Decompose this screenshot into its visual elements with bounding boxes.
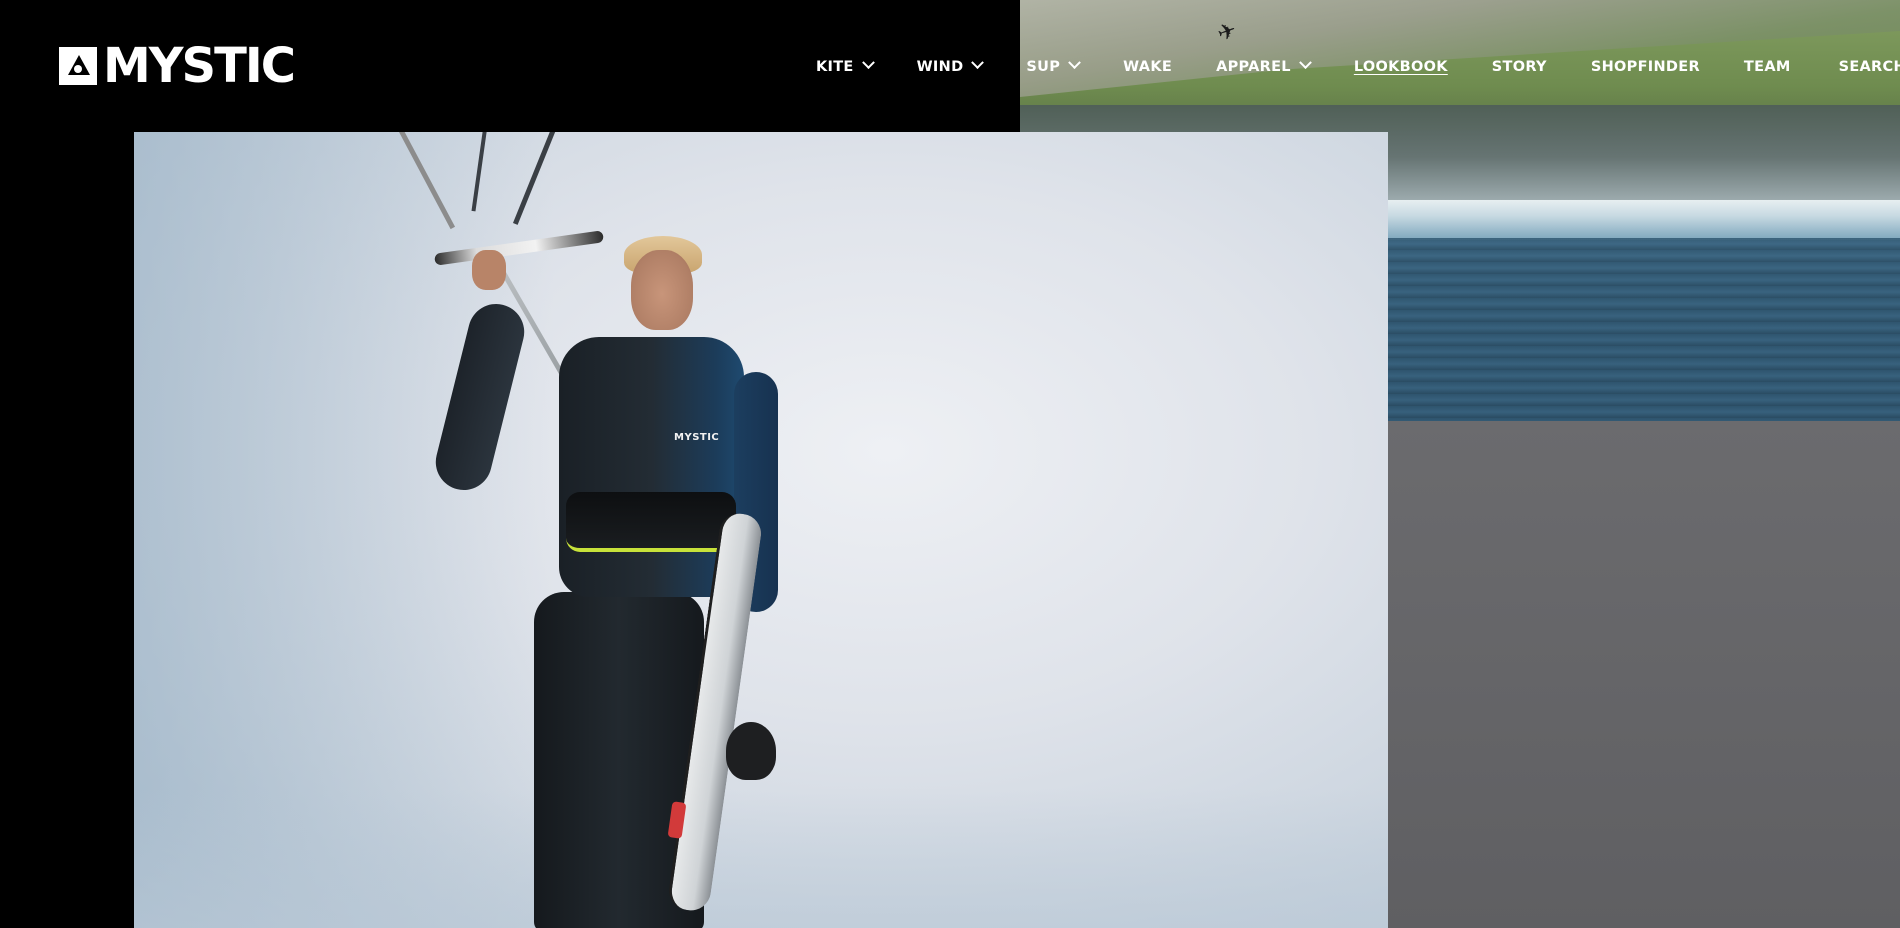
helmet — [726, 722, 776, 780]
rider-hand — [472, 250, 506, 290]
nav-item-shopfinder[interactable]: SHOPFINDER — [1591, 59, 1700, 75]
chevron-down-icon — [861, 55, 875, 69]
ground-mist — [134, 788, 1388, 928]
nav-item-wake[interactable]: WAKE — [1123, 59, 1172, 75]
chevron-down-icon — [971, 55, 985, 69]
grey-panel — [1388, 421, 1900, 928]
nav-item-kite[interactable]: KITE — [816, 55, 875, 75]
chevron-down-icon — [1068, 55, 1082, 69]
kitesurfer-photo[interactable]: MYSTIC — [134, 132, 1388, 928]
nav-item-wind[interactable]: WIND — [917, 55, 985, 75]
nav-item-lookbook[interactable]: LOOKBOOK — [1354, 59, 1448, 75]
page: ✈ MYSTIC MYSTIC KITE WIND SUP WAKE APPAR… — [0, 0, 1900, 928]
logo[interactable]: MYSTIC — [59, 38, 296, 94]
harness-brand-logo: MYSTIC — [674, 432, 720, 443]
nav-item-sup[interactable]: SUP — [1026, 55, 1082, 75]
chevron-down-icon — [1298, 55, 1312, 69]
main-nav: KITE WIND SUP WAKE APPAREL LOOKBOOK STOR… — [816, 55, 1900, 79]
nav-item-team[interactable]: TEAM — [1744, 59, 1791, 75]
rider-head — [631, 250, 693, 330]
nav-item-search[interactable]: SEARCH — [1839, 59, 1900, 75]
nav-item-apparel[interactable]: APPAREL — [1216, 55, 1312, 75]
nav-item-story[interactable]: STORY — [1492, 59, 1547, 75]
logo-text: MYSTIC — [103, 38, 296, 94]
harness — [566, 492, 736, 552]
mystic-logo-icon — [59, 47, 97, 85]
